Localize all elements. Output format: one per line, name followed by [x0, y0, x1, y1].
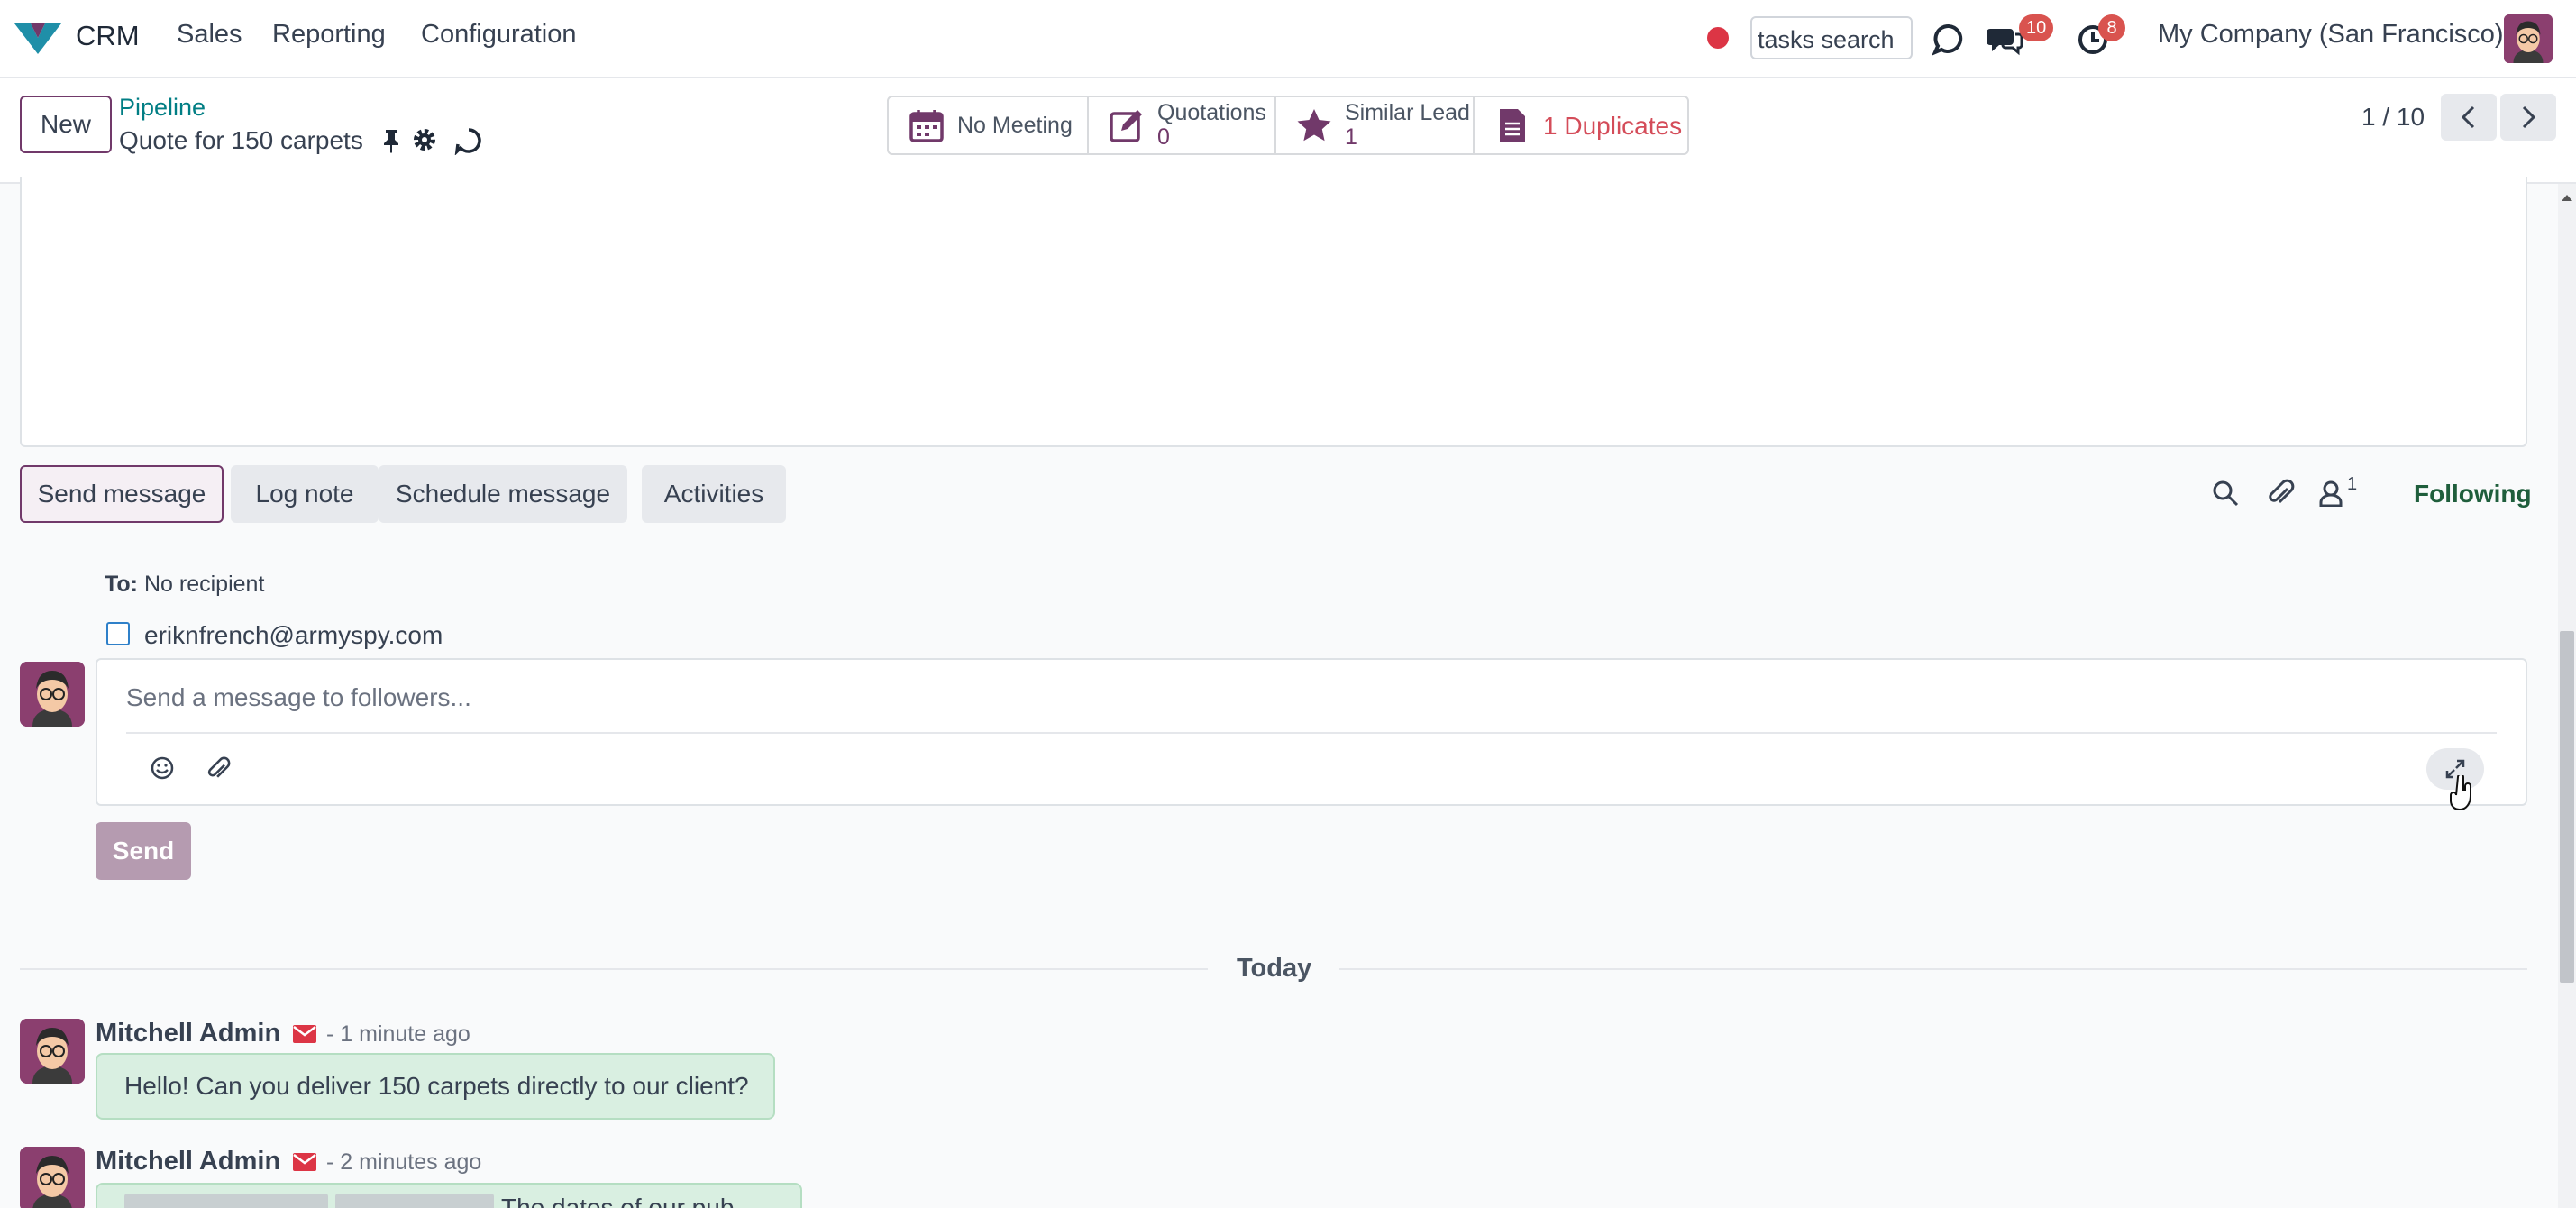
duplicates-smart-button[interactable]: 1 Duplicates [1473, 96, 1689, 155]
new-button[interactable]: New [20, 96, 112, 153]
menu-configuration[interactable]: Configuration [421, 20, 577, 50]
followers-count: 1 [2347, 474, 2358, 494]
breadcrumb-pipeline[interactable]: Pipeline [119, 94, 206, 122]
document-icon [1494, 107, 1530, 143]
message-bubble: The dates of our pub... [96, 1183, 802, 1208]
meeting-label: No Meeting [957, 112, 1073, 138]
form-sheet [20, 177, 2527, 447]
tab-schedule-message[interactable]: Schedule message [379, 465, 627, 523]
attachment-icon[interactable] [2266, 478, 2295, 508]
recording-dot-icon[interactable] [1707, 27, 1729, 49]
composer-input[interactable]: Send a message to followers... [126, 683, 471, 712]
separator-line-left [20, 968, 1208, 970]
quotations-label: Quotations [1157, 100, 1266, 125]
quotations-smart-button[interactable]: Quotations 0 [1087, 96, 1276, 155]
page-scrollbar[interactable] [2558, 184, 2576, 1208]
composer-box: Send a message to followers... [96, 658, 2527, 806]
to-value: No recipient [144, 572, 265, 597]
tasks-search-value: tasks search [1758, 26, 1895, 53]
composer-attachment-icon[interactable] [206, 755, 231, 782]
email-envelope-icon [293, 1153, 316, 1171]
similar-lead-count: 1 [1345, 124, 1357, 150]
record-title: Quote for 150 carpets [119, 126, 363, 154]
chevron-right-icon [2522, 105, 2536, 129]
similar-lead-label: Similar Lead [1345, 100, 1470, 125]
message-avatar[interactable] [20, 1019, 85, 1084]
menu-sales[interactable]: Sales [177, 20, 242, 50]
tab-activities-label: Activities [663, 480, 764, 508]
mouse-pointer-icon [2450, 775, 2471, 811]
chevron-left-icon [2461, 105, 2475, 129]
company-switcher[interactable]: My Company (San Francisco) [2158, 20, 2504, 50]
recipient-email[interactable]: eriknfrench@armyspy.com [144, 621, 443, 650]
duplicates-label: 1 Duplicates [1543, 111, 1683, 140]
edit-icon [1109, 107, 1145, 143]
quotations-text: Quotations 0 [1157, 101, 1266, 150]
redacted-block [335, 1194, 494, 1208]
tab-send-message[interactable]: Send message [20, 465, 224, 523]
message-author[interactable]: Mitchell Admin [96, 1019, 280, 1048]
send-button[interactable]: Send [96, 822, 191, 880]
pager-value[interactable]: 1 / 10 [2361, 103, 2425, 132]
activities-count-badge: 8 [2098, 14, 2125, 41]
message-time: - 1 minute ago [326, 1021, 470, 1047]
scroll-up-icon[interactable] [2561, 193, 2573, 202]
recipient-checkbox[interactable] [106, 622, 130, 645]
pin-icon[interactable] [380, 128, 402, 153]
tab-log-note-label: Log note [255, 480, 354, 508]
message-bubble: Hello! Can you deliver 150 carpets direc… [96, 1053, 775, 1120]
date-separator: Today [1237, 954, 1312, 983]
crm-logo-icon[interactable] [13, 20, 63, 56]
discard-icon[interactable] [454, 126, 483, 155]
separator-line-right [1339, 968, 2527, 970]
top-navbar: CRM Sales Reporting Configuration tasks … [0, 0, 2576, 78]
composer-avatar [20, 662, 85, 727]
message-author[interactable]: Mitchell Admin [96, 1147, 280, 1176]
composer-divider [126, 732, 2497, 734]
quotations-count: 0 [1157, 124, 1170, 150]
search-icon[interactable] [2212, 480, 2239, 507]
menu-reporting[interactable]: Reporting [272, 20, 386, 50]
email-envelope-icon [293, 1025, 316, 1043]
tasks-search-input[interactable]: tasks search [1750, 16, 1913, 59]
following-button[interactable]: Following [2414, 480, 2532, 508]
messages-count-badge: 10 [2019, 14, 2054, 41]
message-body: Hello! Can you deliver 150 carpets direc… [124, 1072, 749, 1100]
scrollbar-thumb[interactable] [2560, 631, 2574, 983]
to-label: To: [105, 572, 139, 597]
user-avatar[interactable] [2504, 14, 2553, 63]
calendar-icon [909, 107, 945, 143]
gear-icon[interactable] [411, 126, 438, 153]
tab-activities[interactable]: Activities [642, 465, 786, 523]
emoji-icon[interactable] [150, 755, 175, 781]
meeting-smart-button[interactable]: No Meeting [887, 96, 1089, 155]
tab-send-message-label: Send message [37, 480, 206, 508]
pager-next-button[interactable] [2500, 94, 2556, 141]
message-body: The dates of our pub... [501, 1194, 755, 1208]
similar-lead-smart-button[interactable]: Similar Lead 1 [1274, 96, 1475, 155]
tab-schedule-message-label: Schedule message [395, 480, 611, 508]
pager-previous-button[interactable] [2441, 94, 2497, 141]
send-button-label: Send [112, 837, 175, 865]
redacted-block [124, 1194, 328, 1208]
new-button-label: New [40, 110, 91, 138]
star-icon [1296, 107, 1332, 143]
similar-lead-text: Similar Lead 1 [1345, 101, 1470, 150]
message-time: - 2 minutes ago [326, 1149, 482, 1175]
tab-log-note[interactable]: Log note [231, 465, 379, 523]
followers-icon[interactable] [2318, 480, 2343, 507]
message-avatar[interactable] [20, 1147, 85, 1208]
app-name[interactable]: CRM [76, 20, 140, 52]
discuss-icon[interactable] [1931, 22, 1967, 58]
